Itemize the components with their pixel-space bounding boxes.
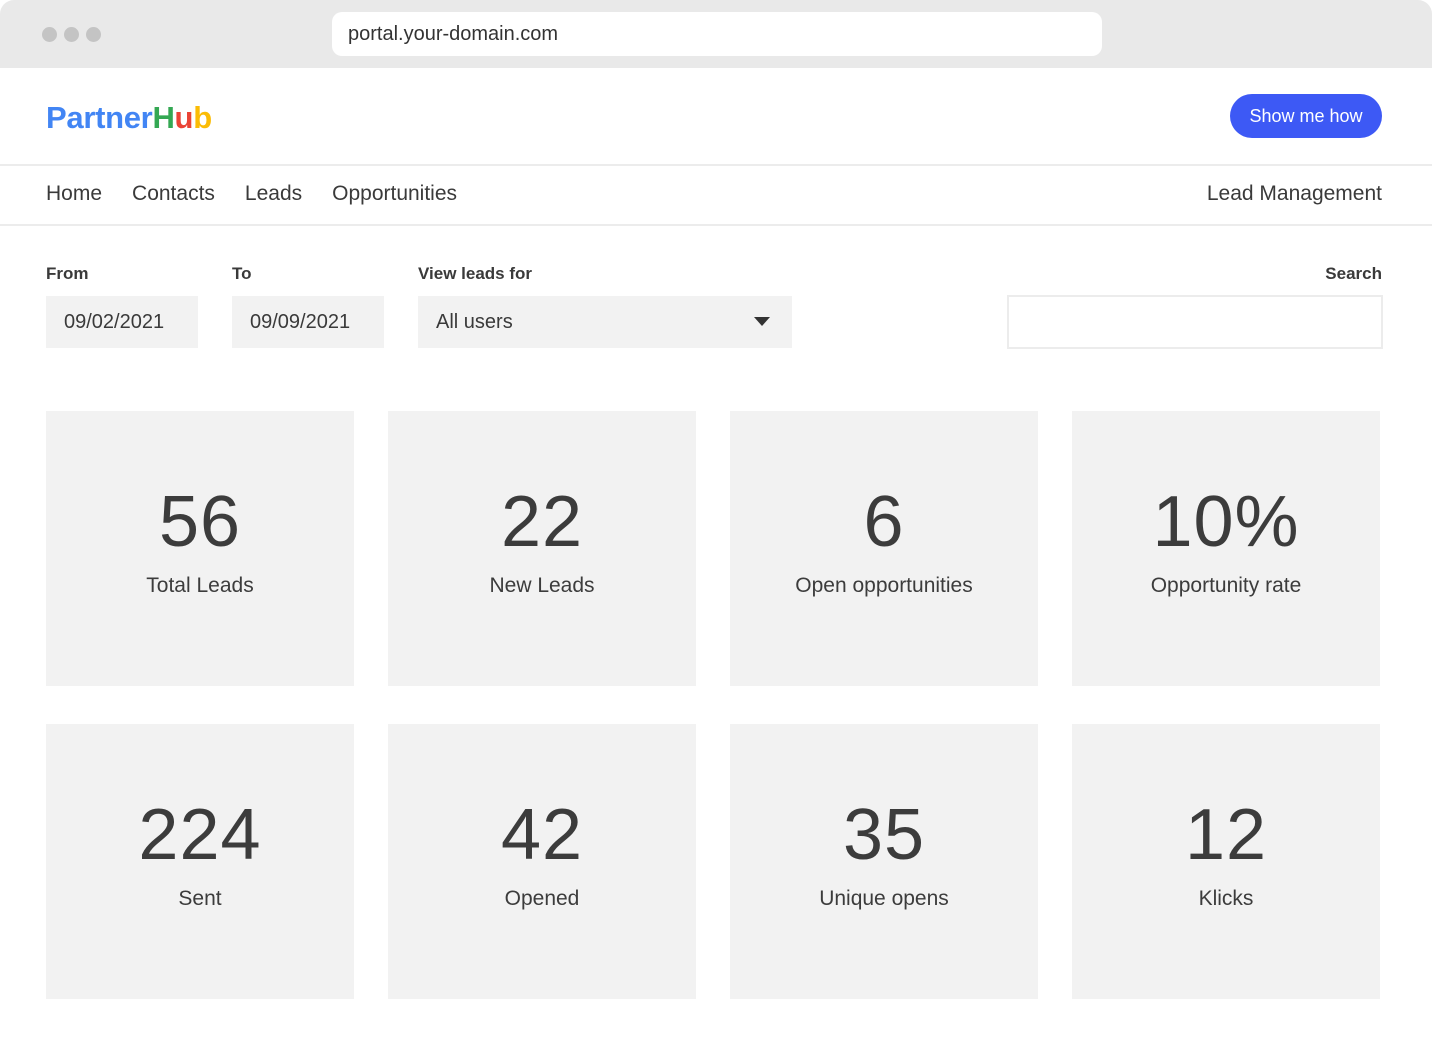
stat-value: 6	[863, 482, 905, 562]
stat-label: New Leads	[489, 574, 595, 597]
stat-value: 42	[500, 795, 584, 875]
app-header: PartnerHub Show me how	[0, 68, 1432, 166]
view-leads-select[interactable]: All users	[418, 296, 792, 348]
stat-label: Sent	[178, 887, 222, 910]
logo-text-b: b	[193, 100, 212, 135]
stat-card-open-opportunities[interactable]: 6 Open opportunities	[730, 411, 1038, 686]
stat-label: Opened	[504, 887, 580, 910]
stat-card-new-leads[interactable]: 22 New Leads	[388, 411, 696, 686]
stat-value: 35	[842, 795, 926, 875]
browser-toolbar: portal.your-domain.com	[0, 0, 1432, 68]
stat-value: 56	[158, 482, 242, 562]
logo-text-h: H	[152, 100, 175, 135]
from-date-field[interactable]: 09/02/2021	[46, 296, 198, 348]
stat-label: Klicks	[1198, 887, 1254, 910]
partnerhub-logo[interactable]: PartnerHub	[46, 100, 212, 136]
search-input[interactable]	[1007, 295, 1383, 349]
nav-links: Home Contacts Leads Opportunities	[46, 164, 457, 224]
window-dot-icon[interactable]	[64, 27, 79, 42]
window-dot-icon[interactable]	[86, 27, 101, 42]
from-label: From	[46, 264, 89, 283]
stat-value: 10%	[1152, 482, 1300, 562]
stat-card-klicks[interactable]: 12 Klicks	[1072, 724, 1380, 999]
stat-card-total-leads[interactable]: 56 Total Leads	[46, 411, 354, 686]
window-controls	[42, 27, 101, 42]
stat-value: 22	[500, 482, 584, 562]
to-label: To	[232, 264, 252, 283]
view-leads-label: View leads for	[418, 264, 533, 283]
stat-label: Unique opens	[819, 887, 949, 910]
to-date-field[interactable]: 09/09/2021	[232, 296, 384, 348]
nav-item-opportunities[interactable]: Opportunities	[332, 182, 457, 206]
caret-down-icon	[754, 317, 770, 326]
show-me-how-button[interactable]: Show me how	[1230, 94, 1382, 138]
nav-item-home[interactable]: Home	[46, 182, 102, 206]
stat-card-unique-opens[interactable]: 35 Unique opens	[730, 724, 1038, 999]
section-title: Lead Management	[1206, 182, 1382, 205]
address-bar[interactable]: portal.your-domain.com	[332, 12, 1102, 56]
stat-label: Total Leads	[146, 574, 254, 597]
logo-text-partner: Partner	[46, 100, 153, 135]
search-label: Search	[1325, 264, 1382, 283]
stat-value: 12	[1184, 795, 1268, 875]
nav-item-contacts[interactable]: Contacts	[132, 182, 215, 206]
view-leads-value: All users	[436, 311, 513, 333]
stat-card-sent[interactable]: 224 Sent	[46, 724, 354, 999]
nav-item-leads[interactable]: Leads	[245, 182, 302, 206]
stat-value: 224	[138, 795, 262, 875]
logo-text-u: u	[174, 100, 194, 135]
stat-card-opportunity-rate[interactable]: 10% Opportunity rate	[1072, 411, 1380, 686]
main-nav: Home Contacts Leads Opportunities Lead M…	[0, 164, 1432, 226]
stat-label: Open opportunities	[795, 574, 973, 597]
stat-label: Opportunity rate	[1150, 574, 1302, 597]
window-dot-icon[interactable]	[42, 27, 57, 42]
stat-card-opened[interactable]: 42 Opened	[388, 724, 696, 999]
